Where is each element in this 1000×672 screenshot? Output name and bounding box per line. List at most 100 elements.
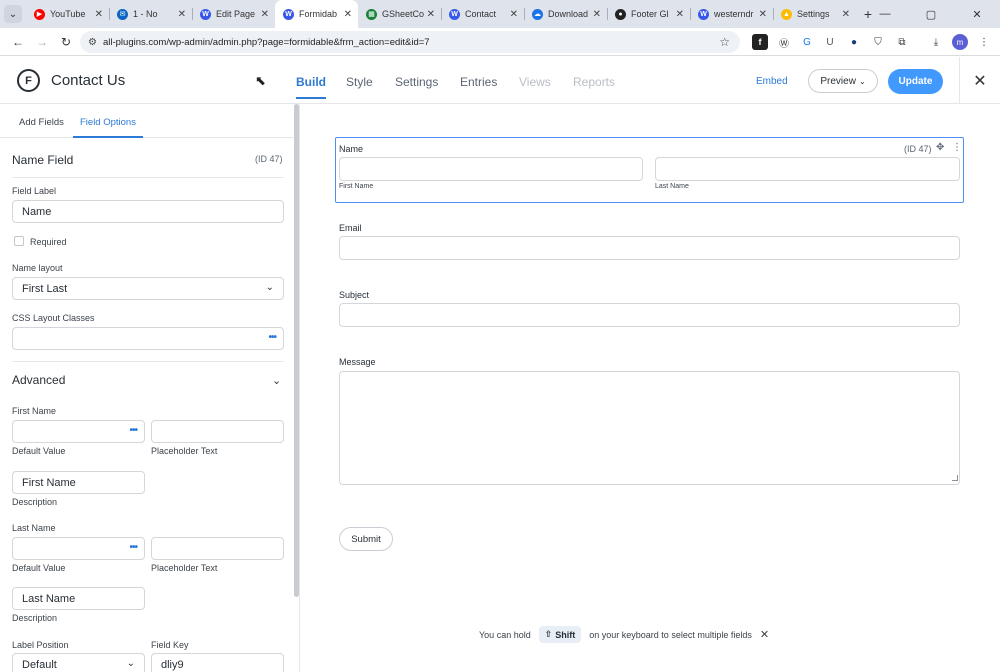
label-position-value: Default bbox=[22, 658, 57, 671]
first-name-input[interactable] bbox=[339, 157, 643, 181]
last-name-input[interactable] bbox=[655, 157, 960, 181]
extension-u-icon[interactable]: U bbox=[822, 34, 838, 50]
bookmark-star-icon[interactable]: ☆ bbox=[719, 35, 730, 49]
extension-shield-icon[interactable]: ⛉ bbox=[870, 34, 886, 50]
first-name-sublabel: First Name bbox=[339, 183, 374, 190]
reload-button[interactable]: ↻ bbox=[54, 30, 78, 54]
download-icon[interactable]: ⤓ bbox=[928, 34, 944, 50]
mouse-cursor-icon: ⬉ bbox=[255, 73, 266, 88]
last-name-heading: Last Name bbox=[12, 523, 56, 533]
tab-close-icon[interactable]: ✕ bbox=[510, 9, 518, 20]
field-label-input[interactable]: Name bbox=[12, 200, 284, 223]
message-textarea[interactable] bbox=[339, 371, 960, 485]
move-icon[interactable]: ✥ bbox=[936, 142, 944, 153]
first-name-placeholder-input[interactable] bbox=[151, 420, 284, 443]
tab-build[interactable]: Build bbox=[296, 75, 326, 99]
extension-circle-icon[interactable]: ● bbox=[846, 34, 862, 50]
more-options-icon[interactable]: ••• bbox=[268, 332, 276, 343]
subject-input[interactable] bbox=[339, 303, 960, 327]
more-vertical-icon[interactable]: ⋮ bbox=[952, 142, 962, 153]
browser-tab[interactable]: ● Footer Gl ✕ bbox=[607, 0, 690, 28]
tab-favicon-icon: ✉ bbox=[117, 8, 128, 20]
required-checkbox[interactable] bbox=[14, 236, 24, 246]
tab-close-icon[interactable]: ✕ bbox=[842, 9, 850, 20]
site-info-icon[interactable]: ⚙ bbox=[88, 37, 97, 48]
first-name-heading: First Name bbox=[12, 406, 57, 416]
chevron-down-icon: ⌄ bbox=[126, 658, 135, 669]
update-button[interactable]: Update bbox=[888, 69, 943, 94]
first-name-description-input[interactable]: First Name bbox=[12, 471, 145, 494]
tab-style[interactable]: Style bbox=[346, 75, 373, 89]
tab-close-icon[interactable]: ✕ bbox=[178, 9, 186, 20]
email-input[interactable] bbox=[339, 236, 960, 260]
tab-reports[interactable]: Reports bbox=[573, 75, 615, 89]
embed-link[interactable]: Embed bbox=[756, 76, 788, 87]
sidebar-tabs: Add Fields Field Options bbox=[0, 104, 294, 138]
field-key-label: Field Key bbox=[151, 640, 189, 650]
advanced-section-title[interactable]: Advanced bbox=[12, 373, 65, 387]
window-close-button[interactable]: ✕ bbox=[954, 0, 1000, 28]
tab-title: Download bbox=[548, 9, 589, 19]
tab-entries[interactable]: Entries bbox=[460, 75, 497, 89]
extensions-puzzle-icon[interactable]: ⧉ bbox=[894, 34, 910, 50]
label-position-select[interactable]: Default ⌄ bbox=[12, 653, 145, 672]
extension-f-icon[interactable]: f bbox=[752, 34, 768, 50]
last-name-default-input[interactable]: ••• bbox=[12, 537, 145, 560]
tab-views[interactable]: Views bbox=[519, 75, 551, 89]
first-name-default-input[interactable]: ••• bbox=[12, 420, 145, 443]
tab-close-icon[interactable]: ✕ bbox=[676, 9, 684, 20]
browser-tab[interactable]: ▦ GSheetCo ✕ bbox=[358, 0, 441, 28]
browser-tab[interactable]: W Contact ✕ bbox=[441, 0, 524, 28]
tab-close-icon[interactable]: ✕ bbox=[593, 9, 601, 20]
address-bar[interactable]: ⚙ all-plugins.com/wp-admin/admin.php?pag… bbox=[80, 31, 740, 53]
browser-tab[interactable]: Wwesterndr ✕ bbox=[690, 0, 773, 28]
tab-field-options[interactable]: Field Options bbox=[73, 117, 143, 138]
profile-avatar[interactable]: m bbox=[952, 34, 968, 50]
tab-close-icon[interactable]: ✕ bbox=[344, 9, 352, 20]
more-options-icon[interactable]: ••• bbox=[129, 542, 137, 553]
browser-tab[interactable]: ▲ Settings ✕ bbox=[773, 0, 856, 28]
css-classes-input[interactable]: ••• bbox=[12, 327, 284, 350]
tab-favicon-icon: W bbox=[449, 8, 460, 20]
field-key-input[interactable]: dliy9 bbox=[151, 653, 284, 672]
divider bbox=[12, 361, 284, 362]
tab-search-button[interactable]: ⌄ bbox=[0, 0, 26, 28]
more-options-icon[interactable]: ••• bbox=[129, 425, 137, 436]
name-layout-select[interactable]: First Last ⌄ bbox=[12, 277, 284, 300]
close-builder-icon[interactable]: ✕ bbox=[959, 57, 1000, 104]
formidable-logo-icon[interactable]: F bbox=[17, 69, 40, 92]
browser-tab[interactable]: ✉ 1 - No ✕ bbox=[109, 0, 192, 28]
browser-menu-icon[interactable]: ⋮ bbox=[976, 34, 992, 50]
sidebar-scrollbar[interactable] bbox=[294, 104, 299, 597]
tab-favicon-icon: W bbox=[200, 8, 211, 20]
tab-close-icon[interactable]: ✕ bbox=[95, 9, 103, 20]
preview-button[interactable]: Preview ⌄ bbox=[808, 69, 878, 93]
minimize-button[interactable]: — bbox=[862, 0, 908, 28]
tab-settings[interactable]: Settings bbox=[395, 75, 438, 89]
email-field-label: Email bbox=[339, 223, 362, 233]
field-id: (ID 47) bbox=[255, 154, 283, 164]
last-name-placeholder-input[interactable] bbox=[151, 537, 284, 560]
extension-translate-icon[interactable]: G bbox=[799, 34, 815, 50]
browser-tab[interactable]: ☁ Download ✕ bbox=[524, 0, 607, 28]
browser-tab[interactable]: W Edit Page ✕ bbox=[192, 0, 275, 28]
back-button[interactable]: ← bbox=[6, 30, 30, 54]
subject-field-label: Subject bbox=[339, 290, 370, 300]
last-name-description-input[interactable]: Last Name bbox=[12, 587, 145, 610]
chevron-down-icon[interactable]: ⌄ bbox=[272, 374, 281, 387]
browser-tab[interactable]: ▶ YouTube ✕ bbox=[26, 0, 109, 28]
tab-title: Edit Page bbox=[216, 9, 256, 19]
maximize-button[interactable]: ▢ bbox=[908, 0, 954, 28]
forward-button[interactable]: → bbox=[30, 30, 54, 54]
description-label: Description bbox=[12, 497, 58, 507]
submit-button[interactable]: Submit bbox=[339, 527, 393, 551]
tab-close-icon[interactable]: ✕ bbox=[427, 9, 435, 20]
tab-favicon-icon: ● bbox=[615, 8, 626, 20]
tab-add-fields[interactable]: Add Fields bbox=[19, 117, 64, 128]
tab-close-icon[interactable]: ✕ bbox=[261, 9, 269, 20]
resize-handle-icon[interactable] bbox=[952, 475, 958, 481]
tab-close-icon[interactable]: ✕ bbox=[759, 9, 767, 20]
extension-wordpress-icon[interactable]: Ⓦ bbox=[776, 34, 792, 50]
close-icon[interactable]: ✕ bbox=[760, 628, 769, 641]
browser-tab[interactable]: W Formidab ✕ bbox=[275, 0, 358, 28]
